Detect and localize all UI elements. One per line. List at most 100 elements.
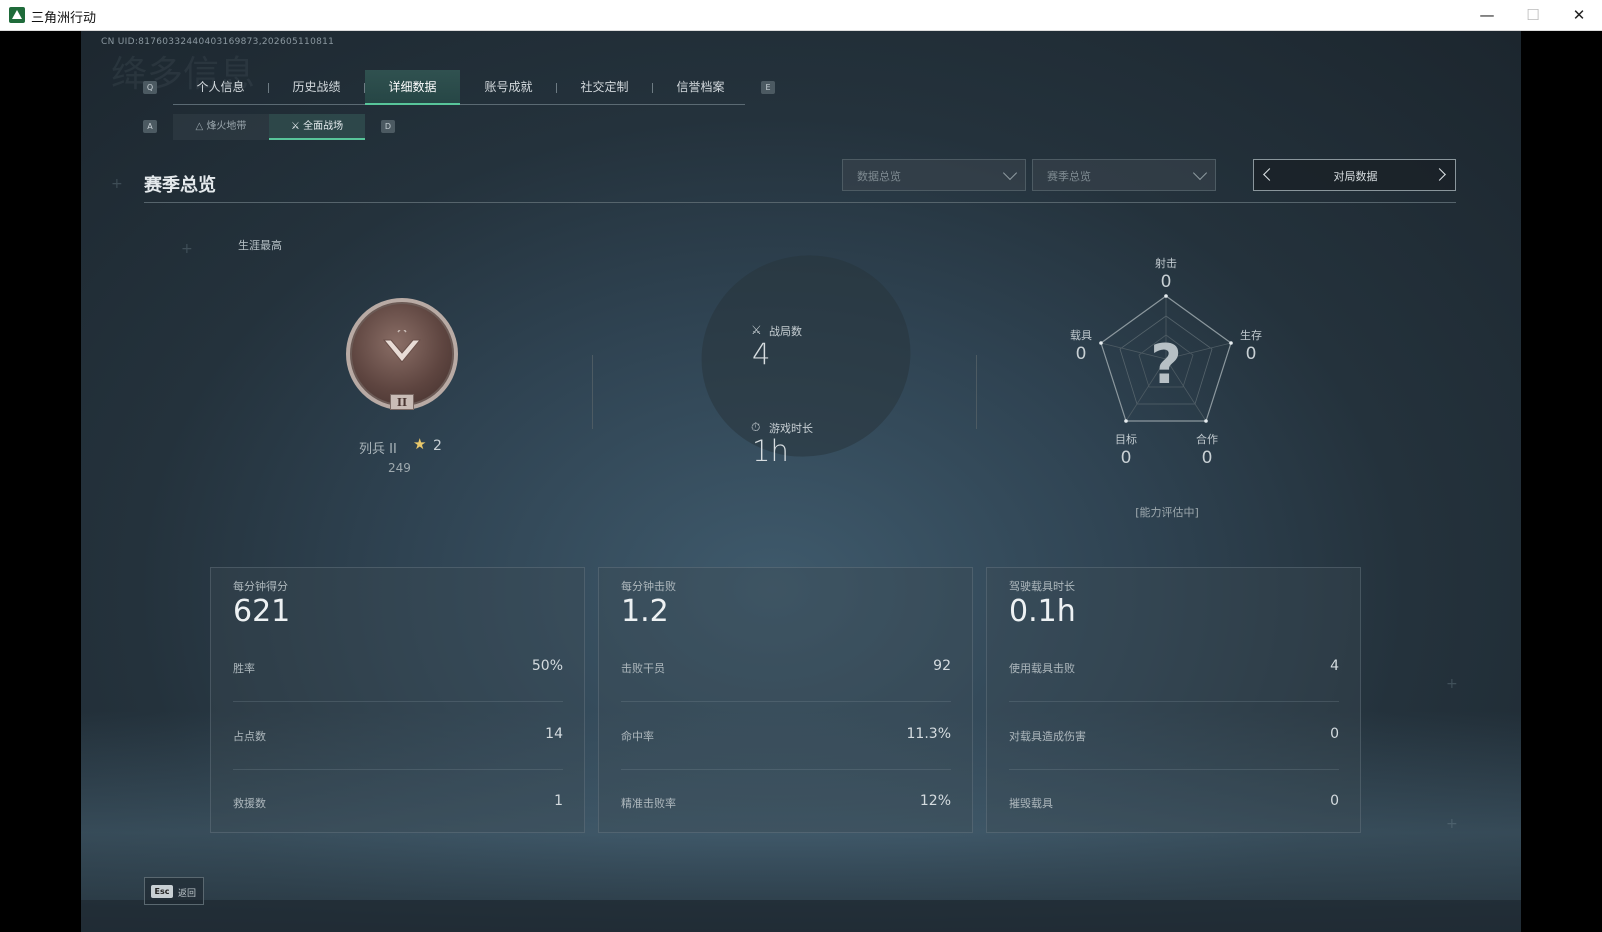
data-overview-dropdown[interactable]: 数据总览 — [842, 159, 1026, 191]
season-dropdown[interactable]: 赛季总览 — [1032, 159, 1216, 191]
main-tabs: 个人信息 历史战绩 详细数据 账号成就 社交定制 信誉档案 — [173, 70, 745, 105]
decor-cross-icon: + — [111, 176, 123, 192]
row-label: 使用载具击败 — [1009, 662, 1075, 675]
section-divider — [144, 202, 1456, 203]
dropdown-label: 赛季总览 — [1047, 170, 1091, 183]
stat-row: 对载具造成伤害 0 — [1009, 702, 1339, 770]
row-value: 4 — [1330, 658, 1339, 674]
career-best-label: 生涯最高 — [238, 239, 282, 252]
tab-achievements[interactable]: 账号成就 — [461, 70, 556, 105]
stat-row: 使用载具击败 4 — [1009, 634, 1339, 702]
radar-value-vehicle: 0 — [1075, 344, 1087, 364]
game-viewport: 绛多信息 CN UID:81760332440403169873,2026051… — [81, 31, 1521, 932]
ability-status: [能力评估中] — [1135, 506, 1199, 519]
dropdown-label: 数据总览 — [857, 170, 901, 183]
prev-tab-key-hint[interactable]: Q — [143, 81, 157, 94]
close-icon[interactable]: ✕ — [1556, 0, 1602, 31]
rank-chevron-icon — [382, 330, 422, 363]
subtab-label: 全面战场 — [303, 121, 344, 132]
star-icon: ★ — [413, 435, 427, 453]
tab-detailed-data[interactable]: 详细数据 — [365, 70, 460, 105]
app-logo-icon — [9, 7, 25, 23]
radar-label-survival: 生存 — [1240, 329, 1262, 342]
radar-label-teamwork: 合作 — [1196, 433, 1218, 446]
tab-personal-info[interactable]: 个人信息 — [173, 70, 268, 105]
row-value: 1 — [554, 793, 563, 809]
chevron-down-icon — [1192, 165, 1208, 181]
cycler-label: 对局数据 — [1333, 170, 1378, 183]
row-value: 14 — [545, 726, 563, 742]
stat-row: 占点数 14 — [233, 702, 563, 770]
mountain-icon: △ — [195, 121, 204, 132]
rank-star-count: 2 — [433, 438, 442, 454]
rank-badge-numeral: II — [390, 394, 414, 410]
row-label: 占点数 — [233, 730, 266, 743]
next-tab-key-hint[interactable]: E — [761, 81, 775, 94]
row-label: 摧毁载具 — [1009, 797, 1053, 810]
bottom-bar — [81, 900, 1521, 932]
radar-value-objective: 0 — [1120, 448, 1132, 468]
next-subtab-key-hint[interactable]: D — [381, 120, 395, 133]
rank-badge: II — [346, 298, 458, 410]
window-titlebar: 三角洲行动 — ☐ ✕ — [0, 0, 1602, 31]
panel-value: 621 — [233, 594, 291, 629]
rank-name: 列兵 II — [359, 442, 397, 457]
radar-label-shooting: 射击 — [1155, 257, 1177, 270]
stat-row: 救援数 1 — [233, 769, 563, 837]
decor-cross-icon: + — [1446, 676, 1458, 692]
radar-center-question: ? — [1150, 333, 1181, 396]
rank-score: 249 — [388, 461, 411, 475]
tab-history[interactable]: 历史战绩 — [269, 70, 364, 105]
prev-subtab-key-hint[interactable]: A — [143, 120, 157, 133]
back-label: 返回 — [178, 889, 197, 899]
tab-credit-record[interactable]: 信誉档案 — [653, 70, 748, 105]
column-divider — [592, 355, 593, 429]
panel-value: 0.1h — [1009, 594, 1076, 629]
ability-radar-chart: ? — [1099, 294, 1233, 423]
match-data-cycler: 对局数据 — [1253, 159, 1456, 191]
kills-panel: 每分钟击败 1.2 击败干员 92 命中率 11.3% 精准击败率 12% — [598, 567, 973, 833]
row-value: 12% — [919, 793, 951, 809]
row-value: 92 — [933, 658, 951, 674]
row-label: 胜率 — [233, 662, 255, 675]
row-value: 50% — [531, 658, 563, 674]
tab-social[interactable]: 社交定制 — [557, 70, 652, 105]
crossed-swords-icon: ⚔ — [751, 323, 762, 337]
panel-label: 每分钟得分 — [233, 580, 288, 593]
row-label: 命中率 — [621, 730, 654, 743]
vehicle-panel: 驾驶载具时长 0.1h 使用载具击败 4 对载具造成伤害 0 摧毁载具 0 — [986, 567, 1361, 833]
radar-value-teamwork: 0 — [1201, 448, 1213, 468]
panel-value: 1.2 — [621, 594, 669, 629]
battlefield-icon: ⚔ — [290, 121, 300, 132]
subtab-full-battlefield[interactable]: ⚔ 全面战场 — [269, 114, 365, 140]
row-value: 0 — [1330, 726, 1339, 742]
subtab-hazard-zone[interactable]: △ 烽火地带 — [173, 114, 269, 140]
row-label: 救援数 — [233, 797, 266, 810]
row-label: 精准击败率 — [621, 797, 676, 810]
radar-label-vehicle: 载具 — [1070, 329, 1092, 342]
page-title: 赛季总览 — [144, 175, 216, 196]
row-label: 对载具造成伤害 — [1009, 730, 1086, 743]
window-title: 三角洲行动 — [31, 11, 97, 26]
minimize-icon[interactable]: — — [1464, 0, 1510, 31]
radar-value-survival: 0 — [1245, 344, 1257, 364]
decor-cross-icon: + — [181, 241, 193, 257]
stat-row: 胜率 50% — [233, 634, 563, 702]
panel-label: 驾驶载具时长 — [1009, 580, 1075, 593]
score-panel: 每分钟得分 621 胜率 50% 占点数 14 救援数 1 — [210, 567, 585, 833]
back-button[interactable]: Esc 返回 — [144, 877, 204, 905]
stat-row: 摧毁载具 0 — [1009, 769, 1339, 837]
column-divider — [976, 355, 977, 429]
chevron-right-icon[interactable] — [1429, 160, 1455, 190]
row-value: 11.3% — [906, 726, 951, 742]
radar-label-objective: 目标 — [1115, 433, 1137, 446]
matches-value: 4 — [752, 337, 771, 371]
subtab-label: 烽火地带 — [206, 121, 247, 132]
decor-cross-icon: + — [1446, 816, 1458, 832]
chevron-down-icon — [1002, 165, 1018, 181]
playtime-value: 1h — [752, 434, 789, 468]
row-label: 击败干员 — [621, 662, 665, 675]
maximize-icon[interactable]: ☐ — [1510, 0, 1556, 31]
background-satellite-dish — [673, 226, 939, 486]
mode-subtabs: △ 烽火地带 ⚔ 全面战场 — [173, 114, 365, 140]
